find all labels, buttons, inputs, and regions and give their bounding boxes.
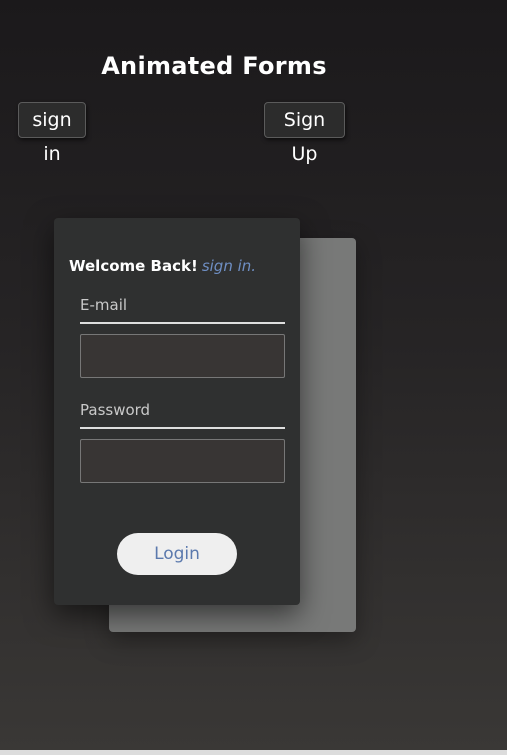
welcome-text: Welcome Back! xyxy=(69,257,198,275)
welcome-sign-in-link[interactable]: sign in. xyxy=(202,257,256,275)
password-field[interactable] xyxy=(80,439,285,483)
email-field[interactable] xyxy=(80,334,285,378)
page-title: Animated Forms xyxy=(101,52,327,80)
sign-up-toggle-button[interactable]: Sign Up xyxy=(264,102,345,165)
welcome-heading: Welcome Back! sign in. xyxy=(69,257,256,275)
email-label: E-mail xyxy=(80,296,285,324)
password-label: Password xyxy=(80,401,285,429)
login-button[interactable]: Login xyxy=(117,533,237,575)
signin-form-card: Welcome Back! sign in. E-mail Password Lo… xyxy=(54,218,300,605)
bottom-edge-strip xyxy=(0,750,507,755)
sign-in-toggle-button[interactable]: sign in xyxy=(18,102,86,165)
